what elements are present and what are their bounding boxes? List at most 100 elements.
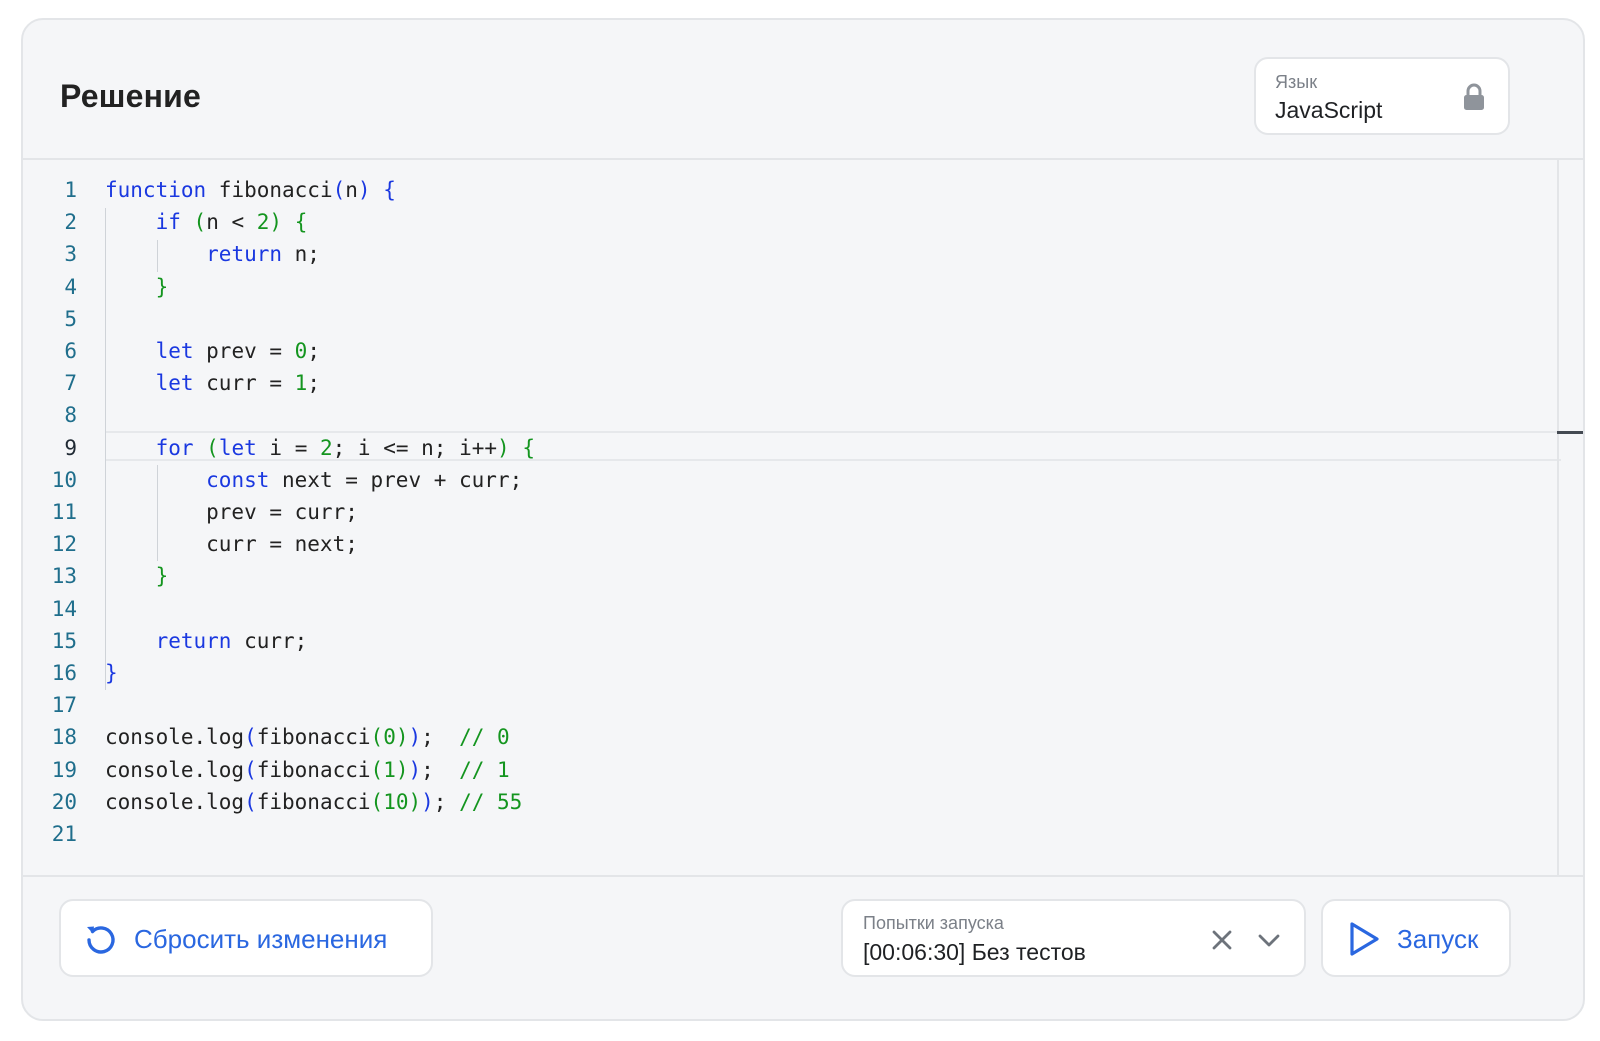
run-attempts-select[interactable]: Попытки запуска [00:06:30] Без тестов (841, 899, 1306, 977)
play-icon (1350, 922, 1379, 956)
line-number: 10 (51, 467, 77, 492)
line-number: 19 (51, 757, 77, 782)
code-token: // 1 (459, 757, 510, 782)
code-token: ( (370, 725, 384, 750)
code-token: if (155, 210, 181, 235)
code-token: // 55 (459, 789, 523, 814)
code-token: return (206, 242, 283, 267)
code-text: function fibonacci(n) { (105, 174, 396, 206)
run-label: Запуск (1397, 924, 1479, 954)
code-text: curr = next; (105, 528, 358, 560)
code-token: ) (421, 789, 434, 814)
code-token: ( (193, 210, 207, 235)
code-token: let (155, 371, 194, 396)
code-text: for (let i = 2; i <= n; i++) { (105, 432, 535, 464)
line-number: 21 (51, 822, 77, 846)
language-select[interactable]: Язык JavaScript (1254, 57, 1510, 135)
code-token: 10 (383, 789, 409, 814)
reset-changes-label: Сбросить изменения (134, 924, 388, 954)
code-token: ; (421, 757, 460, 782)
code-editor[interactable]: 1 function fibonacci(n) {2 if (n < 2) {3 … (23, 160, 1583, 877)
code-text: console.log(fibonacci(10)); // 55 (105, 786, 522, 818)
chevron-down-icon[interactable] (1256, 929, 1282, 951)
code-token: 0 (383, 725, 396, 750)
code-text: } (105, 271, 169, 303)
code-token: curr = next; (105, 532, 358, 557)
line-number: 15 (51, 628, 77, 653)
line-number: 8 (64, 403, 77, 428)
panel-footer: Сбросить изменения Попытки запуска [00:0… (23, 877, 1583, 1019)
code-token: { (294, 210, 308, 235)
line-number: 5 (64, 306, 77, 331)
line-number: 9 (64, 435, 77, 460)
code-token: ( (332, 178, 346, 202)
line-number: 13 (51, 564, 77, 589)
code-token: } (105, 661, 118, 685)
code-token: function (105, 178, 207, 202)
line-number: 4 (64, 274, 77, 299)
code-token: ; i <= n; i++ (332, 435, 498, 460)
line-number: 20 (51, 789, 77, 814)
code-text: console.log(fibonacci(0)); // 0 (105, 721, 510, 753)
code-text: let prev = 0; (105, 335, 320, 367)
code-token: n (345, 178, 358, 202)
code-token: ) (395, 757, 409, 782)
run-button[interactable]: Запуск (1321, 899, 1511, 977)
code-token: next = prev + curr; (269, 467, 523, 492)
code-token: curr; (231, 628, 308, 653)
code-token: ; (421, 725, 460, 750)
code-token: ( (206, 435, 219, 460)
code-token: { (522, 435, 535, 460)
line-number: 12 (51, 532, 77, 557)
code-text: prev = curr; (105, 496, 358, 528)
code-token: 2 (319, 435, 333, 460)
code-token: 1 (383, 757, 396, 782)
code-token: ; (307, 371, 320, 396)
line-number: 1 (64, 178, 77, 202)
code-token: ) (408, 789, 422, 814)
panel-header: Решение Язык JavaScript (23, 20, 1583, 160)
code-token: } (155, 274, 169, 299)
code-token: 1 (294, 371, 308, 396)
code-token: fibonacci (256, 789, 371, 814)
code-token: ) (408, 757, 422, 782)
code-token: // 0 (459, 725, 510, 750)
lock-icon (1464, 83, 1484, 110)
line-number: 14 (51, 596, 77, 621)
code-token: fibonacci (206, 178, 333, 202)
reset-changes-button[interactable]: Сбросить изменения (59, 899, 433, 977)
code-token: fibonacci (256, 757, 371, 782)
code-token: ; (307, 339, 320, 363)
code-text: const next = prev + curr; (105, 464, 522, 496)
line-number: 18 (51, 725, 77, 750)
code-token: return (155, 628, 232, 653)
code-token: console.log (105, 725, 245, 750)
code-token: ( (244, 757, 257, 782)
code-token: 0 (294, 339, 308, 363)
line-number: 3 (64, 242, 77, 267)
code-token: ( (244, 789, 257, 814)
code-token: console.log (105, 757, 245, 782)
code-text: console.log(fibonacci(1)); // 1 (105, 754, 510, 786)
editor-scrollbar[interactable] (1557, 160, 1583, 875)
code-token: ) (269, 210, 283, 235)
scrollbar-cursor-marker (1557, 431, 1583, 434)
line-number: 17 (51, 693, 77, 718)
code-token: for (155, 435, 194, 460)
close-icon[interactable] (1210, 928, 1234, 952)
solution-panel: Решение Язык JavaScript 1 function fibona… (21, 18, 1585, 1021)
code-token: ( (370, 789, 384, 814)
code-token: } (155, 564, 169, 589)
